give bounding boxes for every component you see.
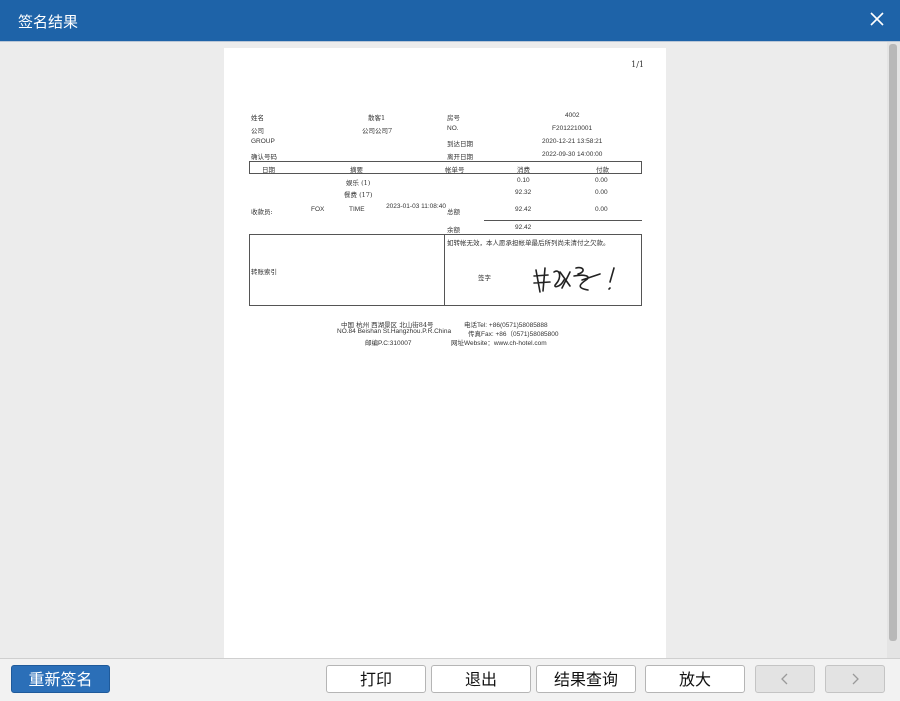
item-payment: 0.00 (595, 177, 608, 184)
page-number: 1/1 (631, 60, 644, 69)
title-bar: 签名结果 (0, 0, 900, 41)
footer-website: 网址Website：www.ch-hotel.com (451, 340, 547, 347)
resign-button[interactable]: 重新签名 (11, 665, 110, 693)
next-page-button[interactable] (825, 665, 885, 693)
total-charge: 92.42 (515, 206, 532, 213)
time-value: 2023-01-03 11:08:40 (386, 203, 446, 210)
info-label: GROUP (251, 138, 275, 145)
item-payment: 0.00 (595, 189, 608, 196)
info-label: 离开日期 (447, 153, 473, 161)
column-header: 日期 (262, 166, 275, 174)
item-summary: 餐费 (17) (344, 191, 373, 199)
dialog-title: 签名结果 (18, 13, 79, 31)
exit-button[interactable]: 退出 (431, 665, 531, 693)
divider (444, 234, 445, 306)
cashier-label: 收款员: (251, 208, 273, 216)
cashier-name: FOX (311, 206, 325, 213)
bottom-toolbar: 重新签名 打印 退出 结果查询 放大 (0, 658, 900, 701)
time-label: TIME (349, 206, 365, 213)
sign-label: 签字 (478, 274, 491, 282)
handwritten-signature (533, 266, 615, 293)
zoom-button[interactable]: 放大 (645, 665, 745, 693)
info-label: 确认号码 (251, 153, 277, 161)
column-header: 摘要 (350, 166, 363, 174)
info-label: 到达日期 (447, 140, 473, 148)
item-summary: 娱乐 (1) (346, 179, 371, 187)
item-charge: 92.32 (515, 189, 532, 196)
info-value: 2020-12-21 13:58:21 (542, 138, 603, 145)
item-charge: 0.10 (517, 177, 530, 184)
column-header: 付款 (596, 166, 609, 174)
footer-address-en: NO.84 Beishan St.Hangzhou.P.R.China (337, 328, 452, 335)
info-label: 公司 (251, 127, 264, 135)
notice-text: 如转帐无效，本人愿承担帐单最后所列尚未清付之欠款。 (447, 239, 610, 247)
prev-page-button[interactable] (755, 665, 815, 693)
info-label: 姓名 (251, 114, 264, 122)
info-value: 4002 (565, 112, 580, 119)
print-button[interactable]: 打印 (326, 665, 426, 693)
chevron-left-icon (781, 673, 788, 685)
footer-postcode: 邮编P.C:310007 (365, 340, 412, 347)
info-label: 房号 (447, 114, 460, 122)
receipt-page: 1/1 姓名 散客1 房号 4002 公司 公司公司7 NO. F2012210… (224, 48, 666, 658)
chevron-right-icon (852, 673, 859, 685)
close-icon[interactable] (868, 10, 886, 28)
vertical-scrollbar[interactable] (887, 42, 900, 659)
info-value: 散客1 (368, 114, 386, 122)
transfer-label: 转账索引 (251, 268, 277, 276)
divider (484, 220, 642, 221)
total-payment: 0.00 (595, 206, 608, 213)
balance-value: 92.42 (515, 224, 532, 231)
info-label: NO. (447, 125, 459, 132)
column-header: 消费 (517, 166, 530, 174)
document-viewer[interactable]: 1/1 姓名 散客1 房号 4002 公司 公司公司7 NO. F2012210… (0, 41, 900, 659)
info-value: F2012210001 (552, 125, 593, 132)
column-header: 帐单号 (445, 166, 465, 174)
scrollbar-thumb[interactable] (889, 44, 897, 641)
balance-label: 余额 (447, 226, 460, 234)
info-value: 2022-09-30 14:00:00 (542, 151, 603, 158)
info-value: 公司公司7 (362, 127, 393, 135)
total-label: 总额 (447, 208, 460, 216)
query-button[interactable]: 结果查询 (536, 665, 636, 693)
